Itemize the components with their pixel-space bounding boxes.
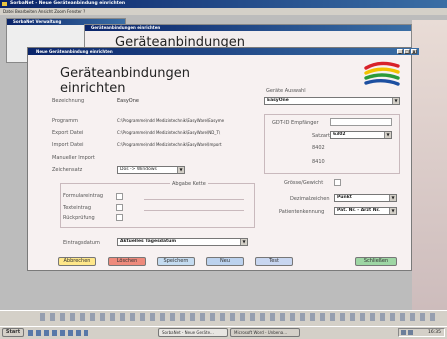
logo-stripe-yellow xyxy=(364,67,400,75)
export-label: Export Datei xyxy=(52,130,84,136)
neu-button[interactable]: Neu xyxy=(206,257,244,266)
dialog-titlebar: Neue Geräteanbindung einrichten _ □ x xyxy=(28,48,419,55)
texteintrag-line xyxy=(144,210,244,211)
bezeichnung-value[interactable]: EasyOne xyxy=(117,98,257,104)
background-stripe xyxy=(412,20,447,310)
export-value[interactable]: C:\Programme\ndd Medizintechnik\EasyWare… xyxy=(117,130,257,135)
close-button[interactable]: x xyxy=(411,49,417,54)
outer-window-title: SorbaNet - Neue Geräteanbindung einricht… xyxy=(10,1,126,6)
mdi-window-title: SorbaNet Verwaltung xyxy=(13,19,62,24)
import-value[interactable]: C:\Programme\ndd Medizintechnik\EasyWare… xyxy=(117,142,257,147)
page-title-line2: einrichten xyxy=(60,81,126,96)
code-8410: 8410 xyxy=(312,159,325,165)
groesse-label: Grösse/Gewicht xyxy=(284,180,324,186)
formular-line xyxy=(144,199,244,200)
eintragsdatum-select[interactable]: Aktuelles Tagesdatum ▼ xyxy=(117,238,248,246)
import-label: Import Datei xyxy=(52,142,84,148)
gdt-label: GDT-ID Empfänger xyxy=(272,120,319,126)
task-sorbanet[interactable]: SorbaNet - Neue Geräte... xyxy=(158,328,228,337)
satzart-value: 6302 xyxy=(333,132,346,137)
satzart-select[interactable]: 6302 ▼ xyxy=(330,131,392,139)
geraet-select[interactable]: EasyOne ▼ xyxy=(264,97,400,105)
satzart-label: Satzart xyxy=(312,133,330,139)
zeichensatz-label: Zeichensatz xyxy=(52,167,83,173)
quick-toolbar-icons xyxy=(40,313,440,321)
back-window-title: Geräteanbindungen einrichten xyxy=(91,25,161,30)
maximize-button[interactable]: □ xyxy=(404,49,410,54)
quicklaunch-icons[interactable] xyxy=(28,330,88,336)
zeichensatz-select[interactable]: Dos -> Windows ▼ xyxy=(117,166,185,174)
texteintrag-label: Texteintrag xyxy=(63,205,92,211)
chevron-down-icon[interactable]: ▼ xyxy=(177,167,184,173)
code-8402: 8402 xyxy=(312,145,325,151)
clock: 16:35 xyxy=(428,330,441,335)
gdt-field[interactable] xyxy=(330,118,392,126)
app-icon xyxy=(2,2,7,6)
minimize-button[interactable]: _ xyxy=(397,49,403,54)
logo-stripe-red xyxy=(364,61,400,70)
dezimal-value: Punkt xyxy=(337,195,352,200)
system-tray: 16:35 xyxy=(398,328,445,337)
chevron-down-icon[interactable]: ▼ xyxy=(392,98,399,104)
loeschen-button[interactable]: Löschen xyxy=(108,257,146,266)
page-title-line1: Geräteanbindungen xyxy=(60,66,191,81)
eintragsdatum-value: Aktuelles Tagesdatum xyxy=(120,239,177,244)
patient-label: Patientenkennung xyxy=(279,209,325,215)
rueckpruefung-label: Rückprüfung xyxy=(63,215,95,221)
dialog-title: Neue Geräteanbindung einrichten xyxy=(36,49,113,54)
manueller-import-label: Manueller Import xyxy=(52,155,95,161)
back-window-titlebar: Geräteanbindungen einrichten xyxy=(85,25,411,31)
tray-icon[interactable] xyxy=(408,330,413,335)
abgabe-title: Abgabe Kette xyxy=(170,181,208,187)
logo-stripe-green xyxy=(364,73,400,80)
task-sorbanet-label: SorbaNet - Neue Geräte... xyxy=(162,330,214,335)
chevron-down-icon[interactable]: ▼ xyxy=(389,195,396,201)
dezimal-select[interactable]: Punkt ▼ xyxy=(334,194,397,202)
chevron-down-icon[interactable]: ▼ xyxy=(240,239,247,245)
start-button[interactable]: Start xyxy=(2,328,24,337)
speichern-button[interactable]: Speichern xyxy=(157,257,195,266)
groesse-checkbox[interactable] xyxy=(334,179,341,186)
outer-title-bar: SorbaNet - Neue Geräteanbindung einricht… xyxy=(0,0,447,8)
patient-select[interactable]: Pat. Nr. - Arzt Nr. ▼ xyxy=(334,207,397,215)
programm-label: Programm xyxy=(52,118,78,124)
formular-checkbox[interactable] xyxy=(116,193,123,200)
rueckpruefung-checkbox[interactable] xyxy=(116,214,123,221)
menu-bar[interactable]: Datei Bearbeiten Ansicht Zoom Fenster ? xyxy=(0,8,447,15)
texteintrag-checkbox[interactable] xyxy=(116,204,123,211)
zeichensatz-value: Dos -> Windows xyxy=(120,167,157,172)
schliessen-button[interactable]: Schließen xyxy=(355,257,397,266)
test-button[interactable]: Test xyxy=(255,257,293,266)
bezeichnung-label: Bezeichnung xyxy=(52,98,85,104)
chevron-down-icon[interactable]: ▼ xyxy=(384,132,391,138)
start-label: Start xyxy=(5,329,21,335)
tray-icon[interactable] xyxy=(401,330,406,335)
formular-label: Formulareintrag xyxy=(63,193,104,199)
programm-value[interactable]: C:\Programme\ndd Medizintechnik\EasyWare… xyxy=(117,118,257,123)
menu-text[interactable]: Datei Bearbeiten Ansicht Zoom Fenster ? xyxy=(3,9,85,14)
geraet-auswahl-label: Geräte Auswahl xyxy=(266,88,306,94)
geraet-value: EasyOne xyxy=(267,98,289,103)
task-word-label: Microsoft Word - Unbena... xyxy=(234,330,288,335)
eintragsdatum-label: Eintragsdatum xyxy=(63,240,100,246)
patient-value: Pat. Nr. - Arzt Nr. xyxy=(337,208,380,213)
brand-logo xyxy=(364,61,400,86)
task-word[interactable]: Microsoft Word - Unbena... xyxy=(230,328,300,337)
logo-stripe-blue xyxy=(364,79,400,86)
dezimal-label: Dezimalzeichen xyxy=(290,196,330,202)
chevron-down-icon[interactable]: ▼ xyxy=(389,208,396,214)
abbrechen-button[interactable]: Abbrechen xyxy=(58,257,96,266)
